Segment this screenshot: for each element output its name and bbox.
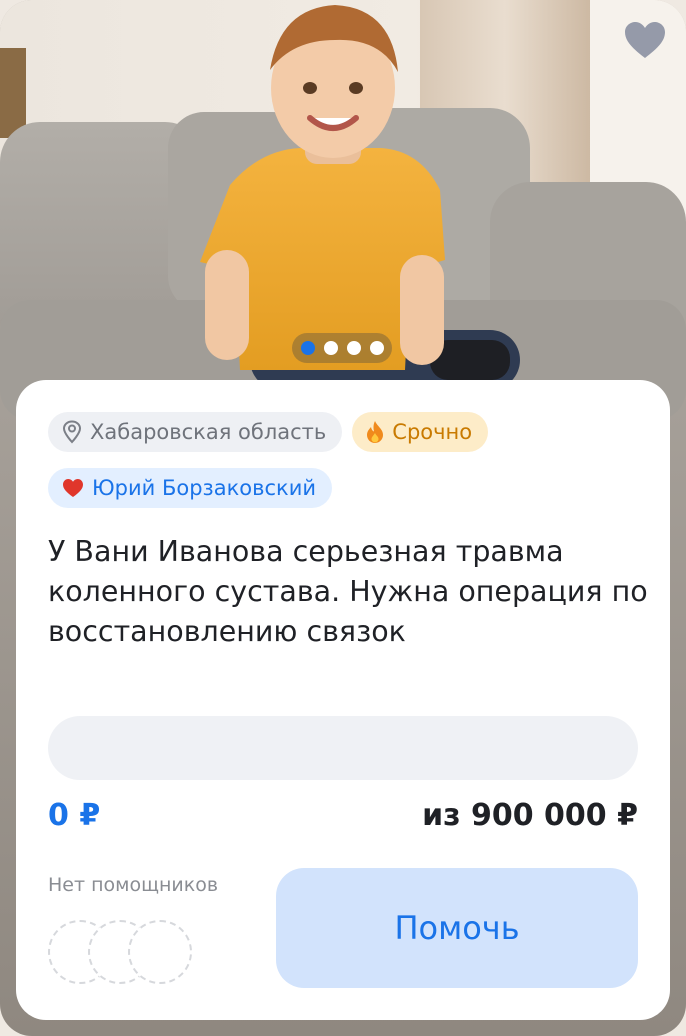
- region-tag: Хабаровская область: [48, 412, 343, 452]
- favorite-button[interactable]: [622, 18, 668, 64]
- helpers-avatars: [48, 920, 198, 986]
- slide-dot[interactable]: [323, 341, 338, 355]
- raised-amount: 0 ₽: [48, 798, 101, 833]
- helpers-label: Нет помощников: [48, 874, 219, 896]
- progress-bar: [48, 716, 638, 780]
- avatar-placeholder: [128, 920, 192, 984]
- urgent-tag: Срочно: [352, 412, 489, 452]
- author-tag[interactable]: Юрий Борзаковский: [48, 468, 333, 508]
- author-label: Юрий Борзаковский: [92, 476, 317, 500]
- heart-icon: [625, 22, 665, 58]
- slide-dot[interactable]: [369, 341, 384, 355]
- slide-dot[interactable]: [300, 341, 315, 355]
- help-button[interactable]: Помочь: [276, 868, 638, 988]
- slide-indicator: [292, 333, 392, 363]
- fire-icon: [367, 421, 384, 443]
- tag-list: Хабаровская область Срочно Юрий Борзаков…: [48, 412, 648, 524]
- fundraiser-title[interactable]: У Вани Иванова серьезная травма коленног…: [48, 532, 648, 652]
- slide-dot[interactable]: [346, 341, 361, 355]
- fundraiser-details: Хабаровская область Срочно Юрий Борзаков…: [16, 380, 670, 1020]
- red-heart-icon: [63, 479, 83, 497]
- urgent-label: Срочно: [392, 420, 473, 444]
- fundraiser-card[interactable]: Хабаровская область Срочно Юрий Борзаков…: [0, 0, 686, 1036]
- location-pin-icon: [62, 420, 82, 444]
- region-label: Хабаровская область: [90, 420, 327, 444]
- goal-amount: из 900 000 ₽: [422, 798, 638, 833]
